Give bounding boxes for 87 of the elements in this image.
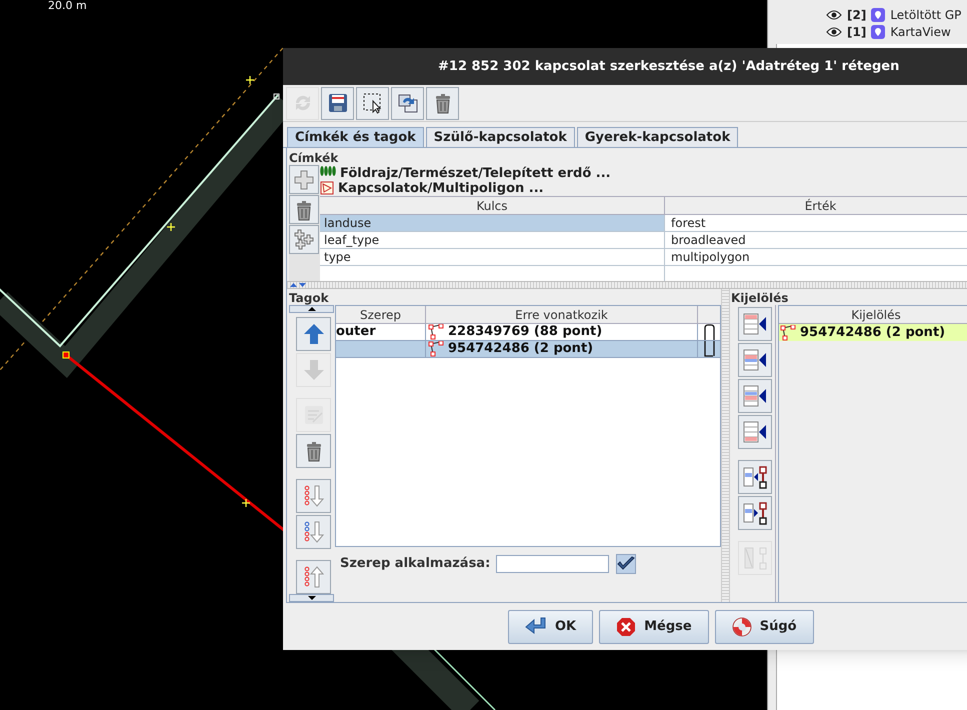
column-header: Szerep	[336, 306, 426, 323]
insert-row-icon	[742, 383, 768, 409]
dialog-button[interactable]: Súgó	[714, 610, 814, 644]
caret-down-icon	[308, 596, 316, 600]
insert-row-icon	[742, 311, 768, 337]
tab[interactable]: Címkék és tagok	[287, 127, 424, 147]
role-input-field[interactable]	[496, 555, 610, 573]
layer-index: [2]	[847, 8, 866, 22]
delete-button[interactable]	[426, 86, 459, 120]
table-cell[interactable]: multipolygon	[665, 249, 967, 265]
role-label: Szerep alkalmazása:	[340, 555, 490, 574]
delete-button[interactable]	[296, 434, 331, 468]
eye-icon[interactable]	[826, 27, 842, 37]
tool-button[interactable]	[738, 307, 772, 341]
selection-cursor-icon	[362, 92, 384, 114]
table-cell: 954742486 (2 pont)	[448, 341, 594, 357]
down-arrow-icon	[302, 359, 324, 381]
layer-name: KartaView	[890, 25, 951, 39]
table-row[interactable]: 954742486 (2 pont)	[336, 341, 720, 358]
up-arrow-icon	[302, 323, 324, 345]
way-icon	[428, 341, 444, 357]
tool-button[interactable]	[738, 460, 772, 494]
table-cell[interactable]: forest	[665, 215, 967, 231]
insert-row-icon	[742, 347, 768, 373]
dialog-button[interactable]: Mégse	[599, 610, 709, 644]
note-icon	[302, 404, 324, 426]
return-arrow-icon	[525, 616, 547, 636]
window-title: #12 852 302 kapcsolat szerkesztése a(z) 'Adatréteg 1' rétegen	[438, 58, 900, 76]
preset-link[interactable]: Földrajz/Természet/Telepített erdő ...	[340, 166, 611, 180]
column-header: Erre vonatkozik	[426, 306, 698, 323]
member-link-icon	[742, 500, 768, 526]
eye-icon[interactable]	[826, 10, 842, 20]
layer-index: [1]	[847, 25, 866, 39]
table-cell[interactable]: type	[320, 249, 665, 265]
table-row[interactable]: outer 228349769 (88 pont)	[336, 324, 720, 341]
tool-button[interactable]	[738, 343, 772, 377]
table-cell: 228349769 (88 pont)	[448, 324, 602, 340]
connection-bracket-icon	[703, 341, 715, 357]
tool-button[interactable]	[738, 496, 772, 530]
preset-link[interactable]: Kapcsolatok/Multipoligon ...	[338, 180, 544, 196]
section-heading: Tagok	[289, 291, 330, 305]
sort-down-icon	[302, 520, 324, 544]
tab[interactable]: Gyerek-kapcsolatok	[576, 127, 738, 147]
section-heading: Kijelölés	[730, 291, 790, 305]
layer-name: Letöltött GP	[890, 8, 962, 22]
lifebuoy-icon	[732, 616, 752, 636]
member-link-icon	[742, 545, 768, 571]
table-cell[interactable]: landuse	[320, 215, 665, 231]
layer-type-icon	[871, 8, 886, 22]
trash-icon	[294, 198, 314, 220]
table-cell[interactable]: broadleaved	[665, 232, 967, 248]
tool-button[interactable]	[391, 86, 424, 120]
layer-type-icon	[871, 25, 886, 39]
tool-button[interactable]	[321, 86, 354, 120]
scale-label: 20.0 m	[48, 0, 87, 12]
cancel-icon	[616, 616, 636, 636]
way-icon	[428, 324, 444, 340]
apply-role-button[interactable]	[616, 554, 636, 574]
checkmark-icon	[617, 556, 636, 572]
table-cell: 954742486 (2 pont)	[800, 324, 946, 340]
scroll-up-button[interactable]	[289, 305, 334, 313]
tool-button[interactable]	[738, 415, 772, 449]
tool-button[interactable]	[356, 86, 389, 120]
delete-button[interactable]	[289, 195, 319, 224]
way-icon	[780, 324, 796, 340]
sort-down-icon	[302, 484, 324, 508]
plus-cluster-icon	[293, 228, 315, 250]
table-cell: outer	[336, 324, 376, 340]
section-heading: Címkék	[289, 151, 340, 165]
collapse-arrows-icon	[289, 282, 307, 288]
tab[interactable]: Szülő-kapcsolatok	[426, 127, 575, 147]
dialog-button[interactable]: OK	[508, 610, 594, 644]
insert-row-icon	[742, 419, 768, 445]
scroll-down-button[interactable]	[289, 594, 334, 602]
tool-button[interactable]	[738, 379, 772, 413]
table-cell[interactable]: leaf_type	[320, 232, 665, 248]
caret-up-icon	[308, 307, 316, 311]
sort-up-icon	[302, 565, 324, 589]
plus-icon	[293, 168, 315, 190]
table-row[interactable]: 954742486 (2 pont)	[779, 324, 967, 341]
column-header: Érték	[665, 197, 967, 214]
connection-bracket-icon	[703, 324, 715, 340]
multipolygon-icon	[320, 181, 334, 195]
column-header: Kulcs	[320, 197, 665, 214]
duplicate-icon	[396, 92, 418, 114]
column-header: Kijelölés	[850, 307, 902, 323]
member-link-icon	[742, 464, 768, 490]
